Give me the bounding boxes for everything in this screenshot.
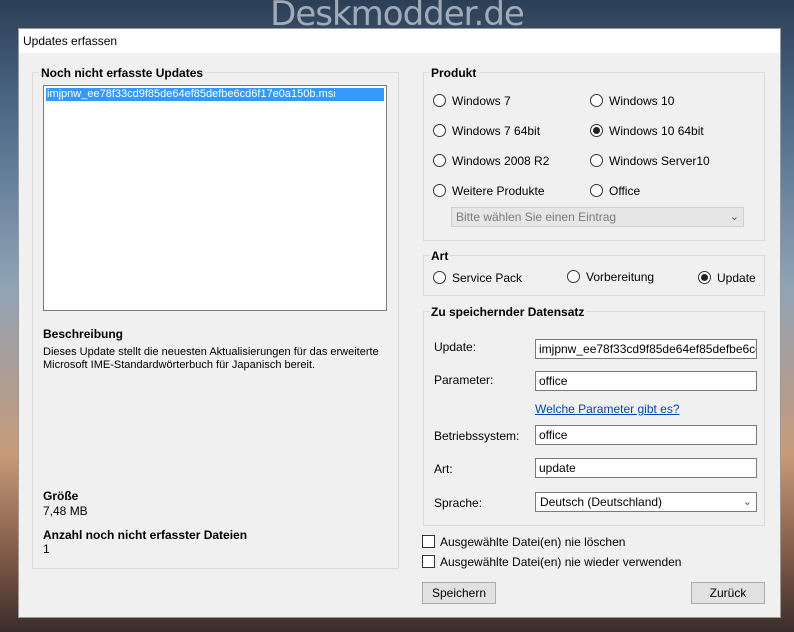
language-dropdown-value: Deutsch (Deutschland)	[540, 495, 663, 509]
file-count-title: Anzahl noch nicht erfasster Dateien	[43, 528, 248, 542]
product-dropdown[interactable]: Bitte wählen Sie einen Eintrag ⌄	[451, 207, 744, 227]
radio-windows-10-64bit[interactable]	[590, 124, 603, 137]
pending-updates-list[interactable]: imjpnw_ee78f33cd9f85de64ef85defbe6cd6f17…	[43, 85, 387, 311]
language-label: Sprache:	[434, 496, 483, 510]
language-dropdown[interactable]: Deutsch (Deutschland) ⌄	[535, 492, 757, 512]
radio-windows-2008-r2[interactable]	[433, 154, 446, 167]
radio-windows-7-label: Windows 7	[452, 94, 511, 108]
radio-service-pack-label: Service Pack	[452, 271, 523, 285]
never-reuse-checkbox[interactable]	[422, 555, 435, 568]
parameter-field[interactable]: office	[535, 371, 757, 391]
watermark-logo: Deskmodder.de	[270, 0, 525, 34]
chevron-down-icon: ⌄	[742, 496, 752, 508]
size-value: 7,48 MB	[43, 504, 88, 518]
radio-other-products-label: Weitere Produkte	[452, 184, 545, 198]
radio-update[interactable]	[698, 271, 711, 284]
radio-windows-server10-label: Windows Server10	[609, 154, 710, 168]
os-field[interactable]: office	[535, 425, 757, 445]
product-dropdown-placeholder: Bitte wählen Sie einen Eintrag	[456, 210, 617, 224]
radio-windows-server10[interactable]	[590, 154, 603, 167]
title-bar[interactable]: Updates erfassen	[19, 29, 780, 53]
update-label: Update:	[434, 340, 477, 354]
radio-office[interactable]	[590, 184, 603, 197]
size-title: Größe	[43, 489, 79, 503]
radio-update-label: Update	[717, 271, 756, 285]
back-button[interactable]: Zurück	[691, 582, 765, 604]
description-title: Beschreibung	[43, 327, 124, 341]
dialog-window: Updates erfassen Noch nicht erfasste Upd…	[18, 28, 781, 618]
pending-updates-title: Noch nicht erfasste Updates	[39, 66, 206, 80]
type-group-title: Art	[429, 249, 451, 263]
type-field[interactable]: update	[535, 458, 757, 478]
window-title: Updates erfassen	[23, 34, 118, 48]
record-group-title: Zu speichernder Datensatz	[429, 305, 587, 319]
radio-windows-2008-r2-label: Windows 2008 R2	[452, 154, 550, 168]
type-label: Art:	[434, 462, 453, 476]
save-button[interactable]: Speichern	[422, 582, 496, 604]
os-label: Betriebssystem:	[434, 429, 520, 443]
parameter-label: Parameter:	[434, 373, 494, 387]
product-group-title: Produkt	[429, 66, 479, 80]
never-delete-label: Ausgewählte Datei(en) nie löschen	[440, 535, 626, 549]
chevron-down-icon: ⌄	[729, 211, 739, 223]
radio-windows-7[interactable]	[433, 94, 446, 107]
description-text: Dieses Update stellt die neuesten Aktual…	[43, 346, 379, 371]
list-item[interactable]: imjpnw_ee78f33cd9f85de64ef85defbe6cd6f17…	[46, 88, 384, 101]
parameter-help-link[interactable]: Welche Parameter gibt es?	[535, 402, 680, 416]
radio-vorbereitung[interactable]	[567, 270, 580, 283]
never-reuse-label: Ausgewählte Datei(en) nie wieder verwend…	[440, 555, 682, 569]
radio-vorbereitung-label: Vorbereitung	[586, 270, 655, 284]
radio-windows-10-64bit-label: Windows 10 64bit	[609, 124, 704, 138]
radio-service-pack[interactable]	[433, 271, 446, 284]
radio-windows-10[interactable]	[590, 94, 603, 107]
radio-other-products[interactable]	[433, 184, 446, 197]
file-count-value: 1	[43, 542, 50, 556]
never-delete-checkbox[interactable]	[422, 535, 435, 548]
radio-windows-7-64bit-label: Windows 7 64bit	[452, 124, 541, 138]
update-field[interactable]: imjpnw_ee78f33cd9f85de64ef85defbe6cd6f1	[535, 339, 757, 359]
radio-windows-7-64bit[interactable]	[433, 124, 446, 137]
radio-windows-10-label: Windows 10	[609, 94, 675, 108]
radio-office-label: Office	[609, 184, 641, 198]
